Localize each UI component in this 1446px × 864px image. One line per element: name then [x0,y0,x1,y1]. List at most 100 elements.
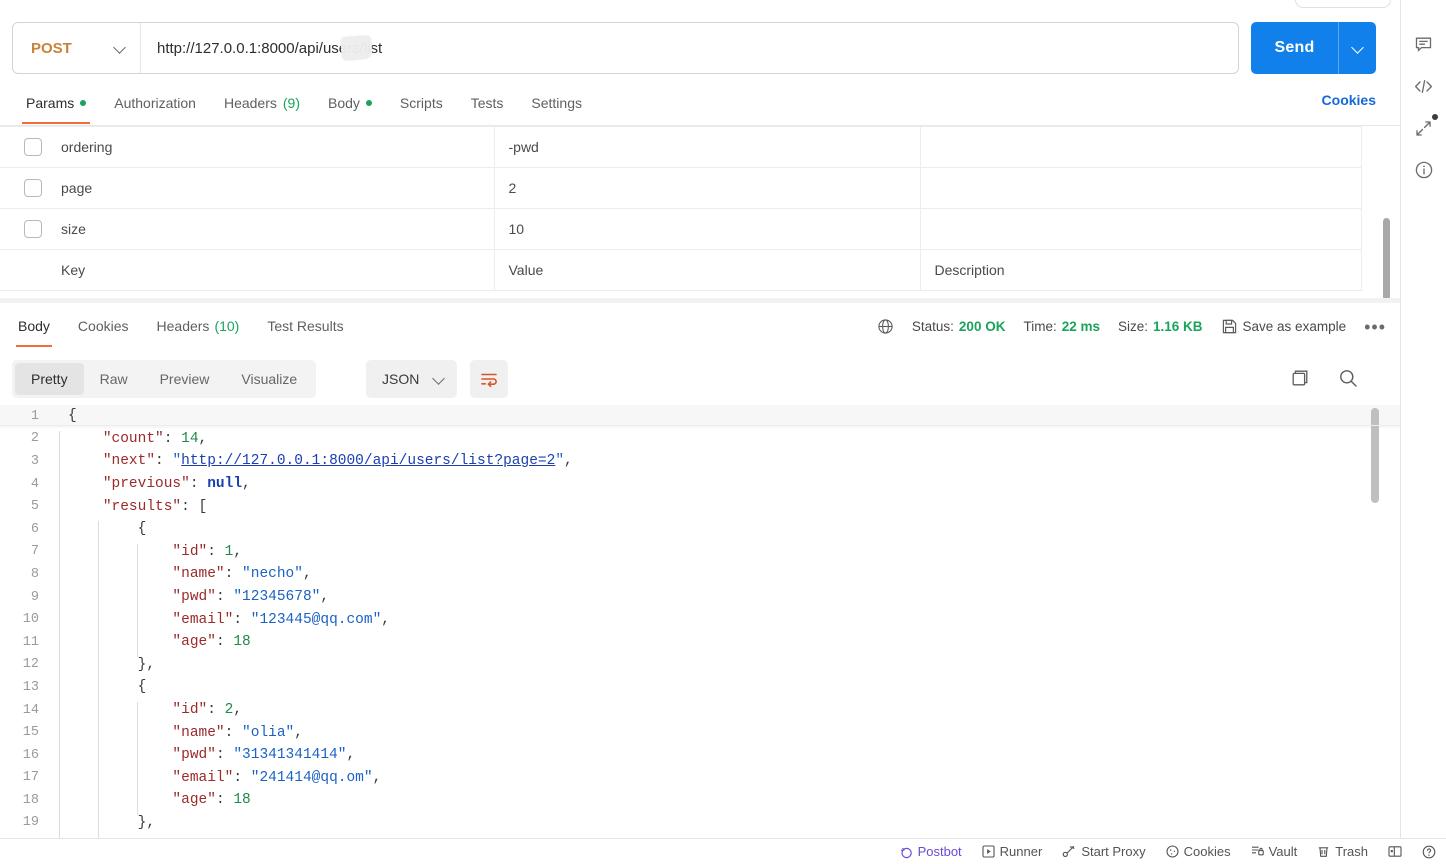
table-row[interactable]: ordering -pwd [0,126,1362,168]
size-badge[interactable]: Size: 1.16 KB [1118,319,1203,334]
code-token: " [555,453,565,470]
code-token: , [381,611,390,628]
code-token: "name" [172,566,225,583]
layout-toggle-icon[interactable] [1388,845,1402,858]
code-line-text: "pwd": "12345678", [52,589,330,612]
statusbar-trash[interactable]: Trash [1317,844,1368,859]
indent-guide [59,679,60,703]
format-preview[interactable]: Preview [144,363,226,395]
code-link[interactable]: http://127.0.0.1:8000/api/users/list?pag… [181,453,555,469]
expand-collapse-icon[interactable] [1407,111,1441,145]
chevron-down-icon [1352,42,1364,54]
code-icon[interactable] [1407,69,1441,103]
response-body-viewer[interactable]: 1{2 "count": 14, 3 "next": "http://127.0.… [0,405,1400,838]
comment-icon[interactable] [1407,27,1441,61]
statusbar-start-proxy[interactable]: Start Proxy [1062,844,1146,859]
tab-scripts[interactable]: Scripts [386,86,457,120]
param-value[interactable]: 10 [494,208,921,250]
more-options-icon[interactable]: ••• [1364,318,1386,336]
indent-guide [98,656,99,680]
param-description[interactable] [920,208,1362,250]
response-tab-cookies[interactable]: Cookies [64,310,143,342]
param-description[interactable] [920,126,1362,168]
copy-icon[interactable] [1290,368,1310,388]
time-badge[interactable]: Time: 22 ms [1023,319,1100,334]
line-number: 19 [22,815,39,831]
send-button[interactable]: Send [1251,22,1338,74]
response-format-toolbar: Pretty Raw Preview Visualize JSON [0,358,1400,403]
param-description[interactable] [920,167,1362,209]
statusbar-label: Vault [1268,844,1298,859]
statusbar-postbot[interactable]: Postbot [899,844,962,859]
table-row-empty[interactable]: Key Value Description [0,249,1362,291]
indent-guide [98,611,99,635]
tab-settings[interactable]: Settings [517,86,596,120]
tab-label: Headers [156,318,210,334]
response-divider [0,298,1400,303]
code-token: "email" [172,611,234,628]
statusbar-runner[interactable]: Runner [982,844,1042,859]
code-line-text: "id": 1, [52,543,242,567]
tab-params[interactable]: Params [12,86,100,124]
row-checkbox-cell[interactable] [0,167,47,209]
tab-tests[interactable]: Tests [457,86,518,120]
response-body-scrollbar[interactable] [1371,408,1379,503]
response-tab-test-results[interactable]: Test Results [253,310,357,342]
statusbar-label: Trash [1335,844,1368,859]
new-param-value-input[interactable]: Value [494,249,921,291]
response-tab-headers[interactable]: Headers (10) [143,310,254,342]
param-key[interactable]: size [47,208,495,250]
row-checkbox-cell[interactable] [0,126,47,168]
checkbox-icon[interactable] [24,220,42,238]
row-checkbox-cell[interactable] [0,208,47,250]
response-meta-bar: Status: 200 OK Time: 22 ms Size: 1.16 KB… [877,318,1386,336]
tab-authorization[interactable]: Authorization [100,86,210,120]
table-row[interactable]: page 2 [0,167,1362,209]
tab-headers[interactable]: Headers (9) [210,86,314,120]
code-token: 18 [233,634,251,651]
format-visualize[interactable]: Visualize [225,363,313,395]
help-icon[interactable] [1422,845,1436,859]
search-icon[interactable] [1338,368,1358,388]
param-value[interactable]: -pwd [494,126,921,168]
cookies-link[interactable]: Cookies [1322,92,1376,108]
params-scrollbar[interactable] [1383,218,1390,298]
new-param-key-input[interactable]: Key [47,249,495,291]
code-token: "olia" [242,724,295,741]
info-icon[interactable] [1407,153,1441,187]
param-value[interactable]: 2 [494,167,921,209]
word-wrap-button[interactable] [470,360,508,398]
code-token: , [320,589,330,606]
indent-guide [98,679,99,703]
line-number: 10 [22,612,39,628]
code-line-text: "previous": null, [52,476,251,499]
status-badge[interactable]: Status: 200 OK [912,319,1006,334]
new-param-description-input[interactable]: Description [920,249,1362,291]
param-key[interactable]: page [47,167,495,209]
tab-overflow-pill[interactable] [1295,0,1391,8]
row-checkbox-cell [0,249,47,291]
response-tab-body[interactable]: Body [4,310,64,347]
status-dot [365,100,372,106]
code-token: "name" [172,724,225,741]
request-tabs: Params Authorization Headers (9) Body Sc… [0,86,1400,126]
format-raw[interactable]: Raw [84,363,144,395]
statusbar-vault[interactable]: Vault [1251,844,1298,859]
url-input[interactable] [141,23,1238,73]
indent-guide [137,747,138,770]
tab-body[interactable]: Body [314,86,386,120]
code-token: : [163,430,182,447]
table-row[interactable]: size 10 [0,208,1362,250]
format-pretty[interactable]: Pretty [15,363,84,395]
statusbar-cookies[interactable]: Cookies [1166,844,1231,859]
code-line: 4 "previous": null, [0,473,1400,499]
checkbox-icon[interactable] [24,138,42,156]
http-method-selector[interactable]: POST [13,23,141,73]
save-as-example-button[interactable]: Save as example [1221,318,1346,335]
send-options-button[interactable] [1338,22,1376,74]
language-selector[interactable]: JSON [366,360,458,398]
code-line: 7 "id": 1, [0,541,1400,567]
param-key[interactable]: ordering [47,126,495,168]
checkbox-icon[interactable] [24,179,42,197]
code-token: : [224,724,243,741]
